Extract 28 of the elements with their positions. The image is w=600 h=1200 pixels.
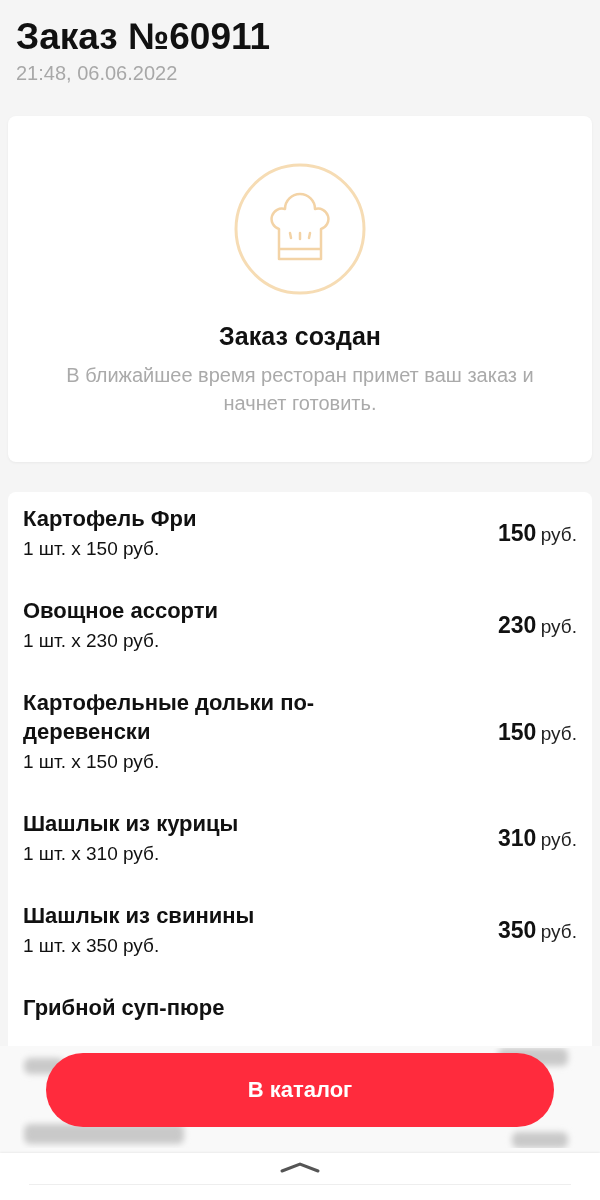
order-title: Заказ №60911 [16,15,272,59]
item-price: 310 [497,825,537,851]
currency-label: руб. [540,524,577,545]
item-name: Картофельные дольки по-деревенски [23,689,316,746]
currency-label: руб. [540,616,577,637]
item-quantity: 1 шт. x 230 руб. [23,629,161,653]
item-price: 350 [497,917,537,943]
catalog-button[interactable]: В каталог [46,1053,554,1127]
item-price: 150 [497,520,537,546]
item-price: 150 [497,718,537,745]
item-name: Шашлык из курицы [23,810,240,838]
status-title: Заказ создан [219,321,381,352]
currency-label: руб. [540,921,577,942]
item-quantity: 1 шт. x 310 руб. [23,842,161,866]
item-quantity: 1 шт. x 150 руб. [23,750,161,774]
chef-hat-icon [234,163,366,295]
status-description: В ближайшее время ресторан примет ваш заказ и начнет готовить. [65,363,535,416]
item-name: Грибной суп-пюре [23,994,226,1022]
item-name: Картофель Фри [23,505,198,533]
item-quantity: 1 шт. x 350 руб. [23,934,161,958]
currency-label: руб. [540,829,577,850]
item-quantity: 1 шт. x 150 руб. [23,537,161,561]
chevron-up-icon[interactable] [280,1161,320,1173]
item-name: Шашлык из свинины [23,902,256,930]
item-name: Овощное ассорти [23,597,219,625]
currency-label: руб. [540,722,577,744]
item-price: 230 [497,612,537,638]
order-date: 21:48, 06.06.2022 [16,61,179,86]
